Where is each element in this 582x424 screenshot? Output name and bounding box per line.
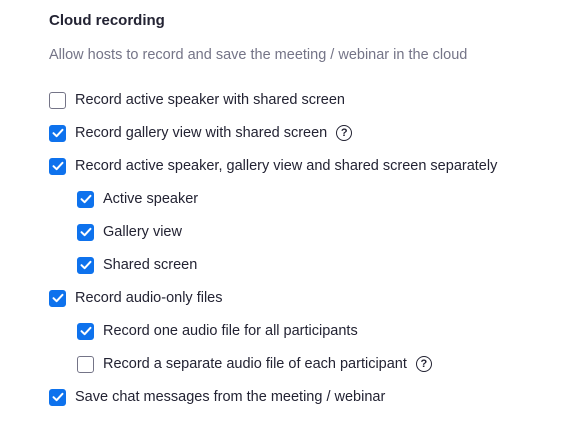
checkbox-checked[interactable] [77,256,94,274]
checkbox-unchecked[interactable] [49,91,66,109]
option-separate-audio-file[interactable]: Record a separate audio file of each par… [77,354,432,374]
checkbox-checked[interactable] [49,388,66,406]
section-title: Cloud recording [49,12,165,29]
option-save-chat-messages[interactable]: Save chat messages from the meeting / we… [49,387,385,407]
option-label: Shared screen [103,257,198,273]
checkbox-checked[interactable] [49,124,66,142]
option-record-audio-only[interactable]: Record audio-only files [49,288,223,308]
checkbox-checked[interactable] [77,190,94,208]
option-record-gallery-view-shared-screen[interactable]: Record gallery view with shared screen ? [49,123,353,143]
option-record-active-speaker-shared-screen[interactable]: Record active speaker with shared screen [49,90,345,110]
option-label: Record one audio file for all participan… [103,323,358,339]
option-label: Active speaker [103,191,199,207]
option-active-speaker[interactable]: Active speaker [77,189,198,209]
checkbox-checked[interactable] [49,289,66,307]
option-record-separately[interactable]: Record active speaker, gallery view and … [49,156,497,176]
option-label: Save chat messages from the meeting / we… [75,389,386,405]
option-label: Record a separate audio file of each par… [103,356,407,372]
option-gallery-view[interactable]: Gallery view [77,222,182,242]
help-icon[interactable]: ? [415,356,432,372]
help-icon[interactable]: ? [336,125,353,141]
checkbox-checked[interactable] [49,157,66,175]
option-label: Record active speaker, gallery view and … [75,158,498,174]
option-one-audio-file[interactable]: Record one audio file for all participan… [77,321,358,341]
option-label: Record audio-only files [75,290,223,306]
option-shared-screen[interactable]: Shared screen [77,255,197,275]
section-description: Allow hosts to record and save the meeti… [49,47,468,63]
checkbox-unchecked[interactable] [77,355,94,373]
option-label: Record gallery view with shared screen [75,125,328,141]
checkbox-checked[interactable] [77,322,94,340]
option-label: Record active speaker with shared screen [75,92,345,108]
checkbox-checked[interactable] [77,223,94,241]
option-label: Gallery view [103,224,182,240]
